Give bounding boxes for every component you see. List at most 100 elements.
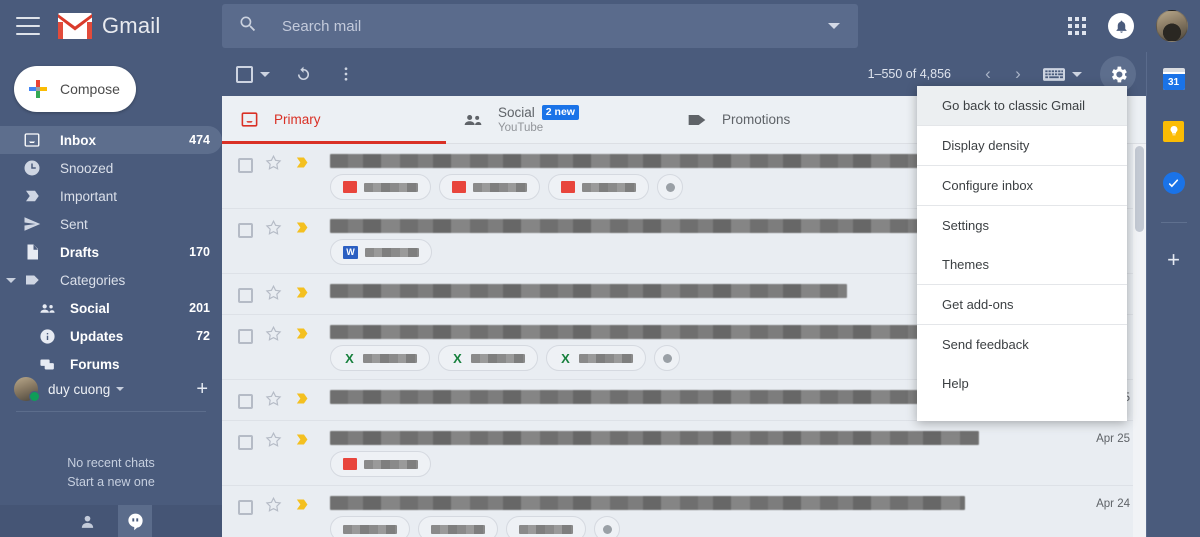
more-vertical-icon[interactable] (337, 65, 355, 83)
sidebar-item-social[interactable]: Social 201 (0, 294, 222, 322)
plus-icon[interactable]: + (1167, 249, 1180, 271)
important-marker-icon[interactable] (294, 325, 311, 347)
right-side-panel: 31 + (1146, 52, 1200, 537)
star-icon[interactable] (265, 390, 282, 412)
chevron-right-icon[interactable]: › (1003, 59, 1033, 89)
menu-item-send-feedback[interactable]: Send feedback (917, 325, 1127, 364)
important-marker-icon[interactable] (294, 219, 311, 241)
menu-item-help[interactable]: Help (917, 364, 1127, 403)
star-icon[interactable] (265, 219, 282, 241)
search-icon (238, 14, 258, 39)
chevron-down-icon[interactable] (116, 387, 125, 391)
row-checkbox[interactable] (238, 434, 253, 450)
chat-panel: duy cuong + No recent chats Start a new … (0, 369, 222, 537)
row-checkbox[interactable] (238, 499, 253, 515)
attachment-chip[interactable] (330, 451, 431, 477)
important-marker-icon[interactable] (294, 154, 311, 176)
excel-file-icon: X (561, 350, 570, 366)
tab-social[interactable]: Social 2 new YouTube (446, 96, 670, 143)
person-icon[interactable] (70, 505, 104, 537)
tab-badge: 2 new (541, 105, 579, 120)
sidebar-item-snoozed[interactable]: Snoozed (0, 154, 222, 182)
gmail-logo[interactable]: Gmail (58, 13, 160, 39)
tab-sublabel: YouTube (498, 122, 544, 134)
tab-primary[interactable]: Primary (222, 96, 446, 144)
important-marker-icon[interactable] (294, 284, 311, 306)
attachment-chip[interactable] (330, 174, 431, 200)
search-input[interactable] (282, 17, 828, 35)
avatar[interactable] (1156, 10, 1188, 42)
attachment-chip[interactable] (330, 516, 410, 537)
attachment-chip[interactable]: W (330, 239, 432, 265)
attachment-chip[interactable] (439, 174, 540, 200)
search-bar[interactable] (222, 4, 858, 48)
top-header: Gmail (0, 0, 1200, 52)
sidebar-item-categories[interactable]: Categories (0, 266, 222, 294)
google-keep-icon[interactable] (1161, 118, 1187, 144)
hangouts-icon[interactable] (118, 505, 152, 537)
sidebar-item-important[interactable]: Important (0, 182, 222, 210)
menu-item-go-back-to-classic-gmail[interactable]: Go back to classic Gmail (917, 86, 1127, 125)
hamburger-icon[interactable] (16, 17, 40, 35)
attachment-filename (519, 524, 573, 534)
star-icon[interactable] (265, 431, 282, 453)
row-content[interactable] (330, 496, 1076, 537)
chevron-left-icon[interactable]: ‹ (973, 59, 1003, 89)
refresh-icon[interactable] (294, 65, 313, 84)
tab-label: Primary (274, 112, 321, 127)
settings-dropdown-menu: Go back to classic Gmail Display density C… (917, 86, 1127, 421)
row-checkbox[interactable] (238, 328, 253, 344)
list-scrollbar[interactable] (1133, 144, 1146, 537)
attachment-chip-more[interactable] (657, 174, 683, 200)
attachment-chip[interactable]: X (546, 345, 646, 371)
attachment-chip[interactable] (548, 174, 649, 200)
menu-item-themes[interactable]: Themes (917, 245, 1127, 284)
star-icon[interactable] (265, 325, 282, 347)
google-calendar-icon[interactable]: 31 (1161, 66, 1187, 92)
search-options-caret-icon[interactable] (828, 23, 840, 29)
attachment-chip[interactable] (506, 516, 586, 537)
chat-bottom-bar (0, 505, 222, 537)
image-file-icon (343, 181, 357, 193)
star-icon[interactable] (265, 284, 282, 306)
menu-item-settings[interactable]: Settings (917, 206, 1127, 245)
menu-item-display-density[interactable]: Display density (917, 126, 1127, 165)
star-icon[interactable] (265, 154, 282, 176)
menu-item-configure-inbox[interactable]: Configure inbox (917, 166, 1127, 205)
row-checkbox[interactable] (238, 157, 253, 173)
row-checkbox[interactable] (238, 222, 253, 238)
attachment-chip[interactable]: X (330, 345, 430, 371)
star-icon[interactable] (265, 496, 282, 518)
apps-grid-icon[interactable] (1068, 17, 1086, 35)
row-content[interactable] (330, 431, 1076, 485)
important-marker-icon[interactable] (294, 390, 311, 412)
attachment-chip[interactable]: X (438, 345, 538, 371)
keyboard-icon[interactable] (1043, 67, 1082, 82)
sidebar-item-sent[interactable]: Sent (0, 210, 222, 238)
attachment-chip-more[interactable] (654, 345, 680, 371)
attachment-chip[interactable] (418, 516, 498, 537)
bell-icon[interactable] (1108, 13, 1134, 39)
redacted-subject (330, 154, 965, 168)
select-all-checkbox[interactable] (236, 65, 253, 83)
important-marker-icon[interactable] (294, 496, 311, 518)
table-row[interactable]: Apr 24 (222, 486, 1146, 537)
row-checkbox[interactable] (238, 287, 253, 303)
tab-promotions[interactable]: Promotions (670, 96, 894, 143)
sidebar-item-updates[interactable]: Updates 72 (0, 322, 222, 350)
row-checkbox[interactable] (238, 393, 253, 409)
plus-icon[interactable]: + (196, 379, 208, 399)
scrollbar-thumb[interactable] (1135, 146, 1144, 232)
google-tasks-icon[interactable] (1161, 170, 1187, 196)
row-controls (222, 154, 330, 176)
sidebar-item-inbox[interactable]: Inbox 474 (0, 126, 222, 154)
sidebar-item-drafts[interactable]: Drafts 170 (0, 238, 222, 266)
important-marker-icon[interactable] (294, 431, 311, 453)
word-file-icon: W (343, 245, 358, 259)
attachment-chip-more[interactable] (594, 516, 620, 537)
table-row[interactable]: Apr 25 (222, 421, 1146, 486)
select-all-caret-icon[interactable] (260, 71, 270, 77)
chat-user-row[interactable]: duy cuong + (0, 369, 222, 409)
compose-button[interactable]: Compose (14, 66, 136, 112)
menu-item-get-add-ons[interactable]: Get add-ons (917, 285, 1127, 324)
